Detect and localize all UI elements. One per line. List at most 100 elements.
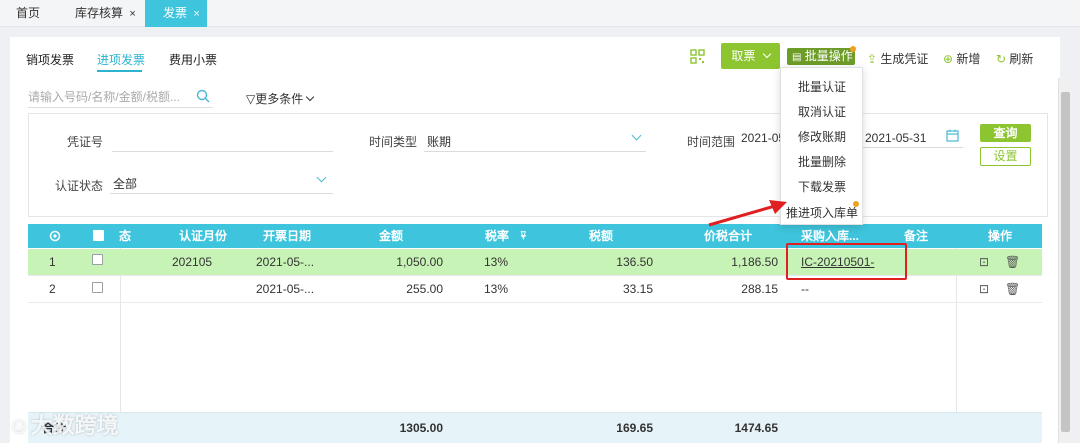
page-tab-bar: 首页 库存核算 × 发票 × bbox=[0, 0, 1080, 27]
notification-dot bbox=[850, 46, 856, 52]
column-header-amount[interactable]: 金额 bbox=[379, 224, 403, 248]
refresh-icon: ↻ bbox=[996, 52, 1007, 66]
query-button[interactable]: 查询 bbox=[980, 124, 1031, 142]
chevron-down-icon bbox=[762, 49, 771, 59]
menu-item-modify-period[interactable]: 修改账期 bbox=[781, 128, 863, 145]
column-header-status[interactable]: 态 bbox=[119, 224, 131, 248]
page-tab-inventory[interactable]: 库存核算 × bbox=[75, 0, 136, 27]
query-label: 查询 bbox=[993, 126, 1018, 140]
column-header-tax-rate[interactable]: 税率 bbox=[485, 224, 509, 248]
gear-icon[interactable] bbox=[48, 229, 62, 243]
filter-icon[interactable]: ⍫ bbox=[520, 224, 527, 248]
more-conditions-label: 更多条件 bbox=[255, 92, 304, 106]
totals-row: 合计 1305.00 169.65 1474.65 bbox=[28, 412, 1042, 443]
view-icon[interactable]: ⊡ bbox=[979, 276, 989, 303]
generate-voucher-button[interactable]: ⇪ 生成凭证 bbox=[867, 50, 928, 67]
batch-operation-menu: 批量认证 取消认证 修改账期 批量删除 下载发票 推进项入库单 bbox=[780, 67, 863, 225]
cell-amount: 1,050.00 bbox=[396, 255, 443, 269]
batch-operation-button[interactable]: ▤ 批量操作 bbox=[787, 48, 855, 65]
column-header-note[interactable]: 备注 bbox=[904, 224, 928, 248]
annotation-highlight-box bbox=[786, 243, 907, 280]
tab-sales-invoice[interactable]: 销项发票 bbox=[26, 51, 74, 68]
scrollbar-thumb[interactable] bbox=[1061, 92, 1070, 432]
row-index: 2 bbox=[49, 282, 56, 296]
refresh-button[interactable]: ↻ 刷新 bbox=[996, 50, 1033, 67]
cell-tax-rate: 13% bbox=[484, 255, 509, 269]
time-type-underline bbox=[424, 151, 646, 152]
column-header-invoice-date[interactable]: 开票日期 bbox=[263, 224, 311, 248]
close-icon[interactable]: × bbox=[129, 8, 135, 20]
cell-tax: 33.15 bbox=[622, 282, 653, 296]
menu-item-batch-delete[interactable]: 批量删除 bbox=[781, 153, 863, 170]
auth-status-underline bbox=[110, 193, 333, 194]
menu-item-download-invoice[interactable]: 下载发票 bbox=[781, 178, 863, 195]
calendar-icon[interactable] bbox=[946, 129, 959, 142]
voucher-icon: ⇪ bbox=[867, 52, 878, 66]
time-range-underline bbox=[863, 147, 963, 148]
total-amount-with-tax: 1474.65 bbox=[734, 421, 778, 435]
trash-icon[interactable]: 🗑 bbox=[1005, 249, 1020, 276]
watermark-text: 大数跨境 bbox=[30, 413, 119, 438]
watermark-logo-icon: ☺ bbox=[8, 413, 31, 438]
tab-purchase-invoice[interactable]: 进项发票 bbox=[97, 51, 145, 68]
view-icon[interactable]: ⊡ bbox=[979, 249, 989, 276]
plus-circle-icon: ⊕ bbox=[943, 52, 954, 66]
menu-item-cancel-auth[interactable]: 取消认证 bbox=[781, 103, 863, 120]
total-tax: 169.65 bbox=[616, 421, 653, 435]
more-conditions-toggle[interactable]: ▽更多条件 bbox=[246, 90, 315, 107]
time-range-end-input[interactable]: 2021-05-31 bbox=[865, 131, 926, 145]
settings-button[interactable]: 设置 bbox=[980, 147, 1031, 166]
menu-item-batch-auth[interactable]: 批量认证 bbox=[781, 78, 863, 95]
auth-status-select[interactable]: 全部 bbox=[113, 175, 137, 192]
cell-invoice-date: 2021-05-... bbox=[256, 255, 315, 269]
column-header-actions: 操作 bbox=[988, 229, 1013, 243]
table-row[interactable]: 2 2021-05-... 255.00 13% 33.15 288.15 --… bbox=[28, 276, 1042, 303]
page-tab-invoice[interactable]: 发票 × bbox=[145, 0, 207, 27]
row-index: 1 bbox=[49, 255, 56, 269]
cell-tax: 136.50 bbox=[616, 255, 653, 269]
annotation-arrow-icon bbox=[708, 200, 787, 227]
page-tab-label: 发票 bbox=[163, 6, 188, 20]
tab-expense-receipt[interactable]: 费用小票 bbox=[169, 51, 217, 68]
select-all-checkbox[interactable] bbox=[93, 230, 104, 241]
search-input[interactable]: 请输入号码/名称/金额/税额... bbox=[28, 88, 213, 108]
row-checkbox[interactable] bbox=[92, 282, 103, 293]
trash-icon[interactable]: 🗑 bbox=[1005, 276, 1020, 303]
close-icon[interactable]: × bbox=[193, 8, 199, 20]
settings-label: 设置 bbox=[993, 149, 1018, 163]
search-placeholder: 请输入号码/名称/金额/税额... bbox=[28, 90, 181, 104]
cell-tax-rate: 13% bbox=[484, 282, 509, 296]
qr-code-icon[interactable] bbox=[690, 49, 705, 64]
time-range-label: 时间范围 bbox=[687, 135, 736, 149]
cell-auth-month: 202105 bbox=[172, 255, 213, 269]
auth-status-label: 认证状态 bbox=[55, 179, 104, 193]
active-tab-underline bbox=[97, 70, 142, 72]
menu-item-push-purchase-receipt[interactable]: 推进项入库单 bbox=[781, 204, 863, 221]
filter-panel bbox=[28, 113, 1048, 217]
row-checkbox[interactable] bbox=[92, 254, 103, 265]
page-tab-label: 首页 bbox=[16, 6, 41, 20]
filter-icon: ▽ bbox=[246, 92, 256, 106]
cell-invoice-date: 2021-05-... bbox=[256, 282, 315, 296]
notification-dot bbox=[853, 201, 859, 207]
cell-amount: 255.00 bbox=[406, 282, 443, 296]
page-tab-home[interactable]: 首页 bbox=[16, 0, 40, 27]
total-amount: 1305.00 bbox=[399, 421, 443, 435]
batch-operation-label: 批量操作 bbox=[804, 49, 853, 63]
add-label: 新增 bbox=[956, 52, 981, 66]
watermark: ☺大数跨境 bbox=[8, 408, 118, 440]
column-header-auth-month[interactable]: 认证月份 bbox=[179, 224, 227, 248]
refresh-label: 刷新 bbox=[1009, 52, 1034, 66]
time-type-select[interactable]: 账期 bbox=[427, 133, 451, 150]
page-tab-label: 库存核算 bbox=[75, 6, 124, 20]
search-icon[interactable] bbox=[196, 89, 210, 103]
fetch-invoice-label: 取票 bbox=[731, 49, 756, 63]
column-header-tax[interactable]: 税额 bbox=[589, 224, 613, 248]
chevron-down-icon bbox=[306, 92, 315, 102]
batch-icon: ▤ bbox=[792, 52, 802, 63]
time-range-start-input[interactable]: 2021-05 bbox=[741, 131, 785, 145]
fetch-invoice-button[interactable]: 取票 bbox=[721, 43, 780, 69]
add-button[interactable]: ⊕ 新增 bbox=[943, 50, 980, 67]
vertical-scrollbar[interactable] bbox=[1058, 78, 1071, 443]
voucher-number-input[interactable] bbox=[112, 151, 333, 152]
